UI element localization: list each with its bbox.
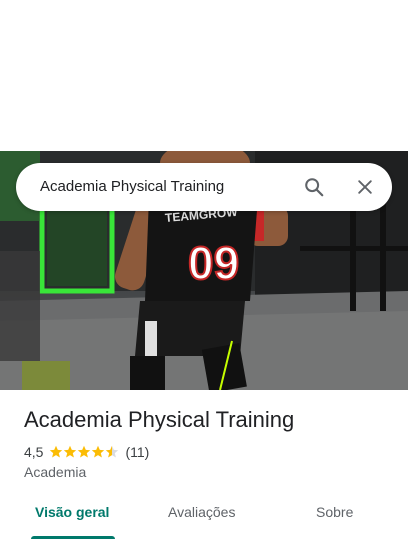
search-icon xyxy=(305,178,324,197)
place-tabs: Visão geral Avaliações Sobre xyxy=(0,494,408,542)
clear-search-button[interactable] xyxy=(353,175,377,199)
star-icon xyxy=(50,445,119,458)
rating-stars xyxy=(49,445,119,459)
active-tab-indicator xyxy=(31,536,115,539)
search-bar[interactable]: Academia Physical Training xyxy=(16,163,392,211)
search-input[interactable]: Academia Physical Training xyxy=(40,178,224,195)
rating-value: 4,5 xyxy=(24,444,44,460)
blank-top-area xyxy=(0,0,408,151)
search-button[interactable] xyxy=(302,175,326,199)
tab-about[interactable]: Sobre xyxy=(316,504,353,520)
close-icon xyxy=(358,180,372,194)
jersey-number: 09 xyxy=(188,237,239,289)
tab-reviews[interactable]: Avaliações xyxy=(168,504,235,520)
review-count[interactable]: (11) xyxy=(125,444,149,460)
tab-overview[interactable]: Visão geral xyxy=(35,504,109,520)
place-category: Academia xyxy=(24,464,87,480)
place-title: Academia Physical Training xyxy=(24,407,295,432)
rating-row[interactable]: 4,5 (11) xyxy=(24,443,149,461)
